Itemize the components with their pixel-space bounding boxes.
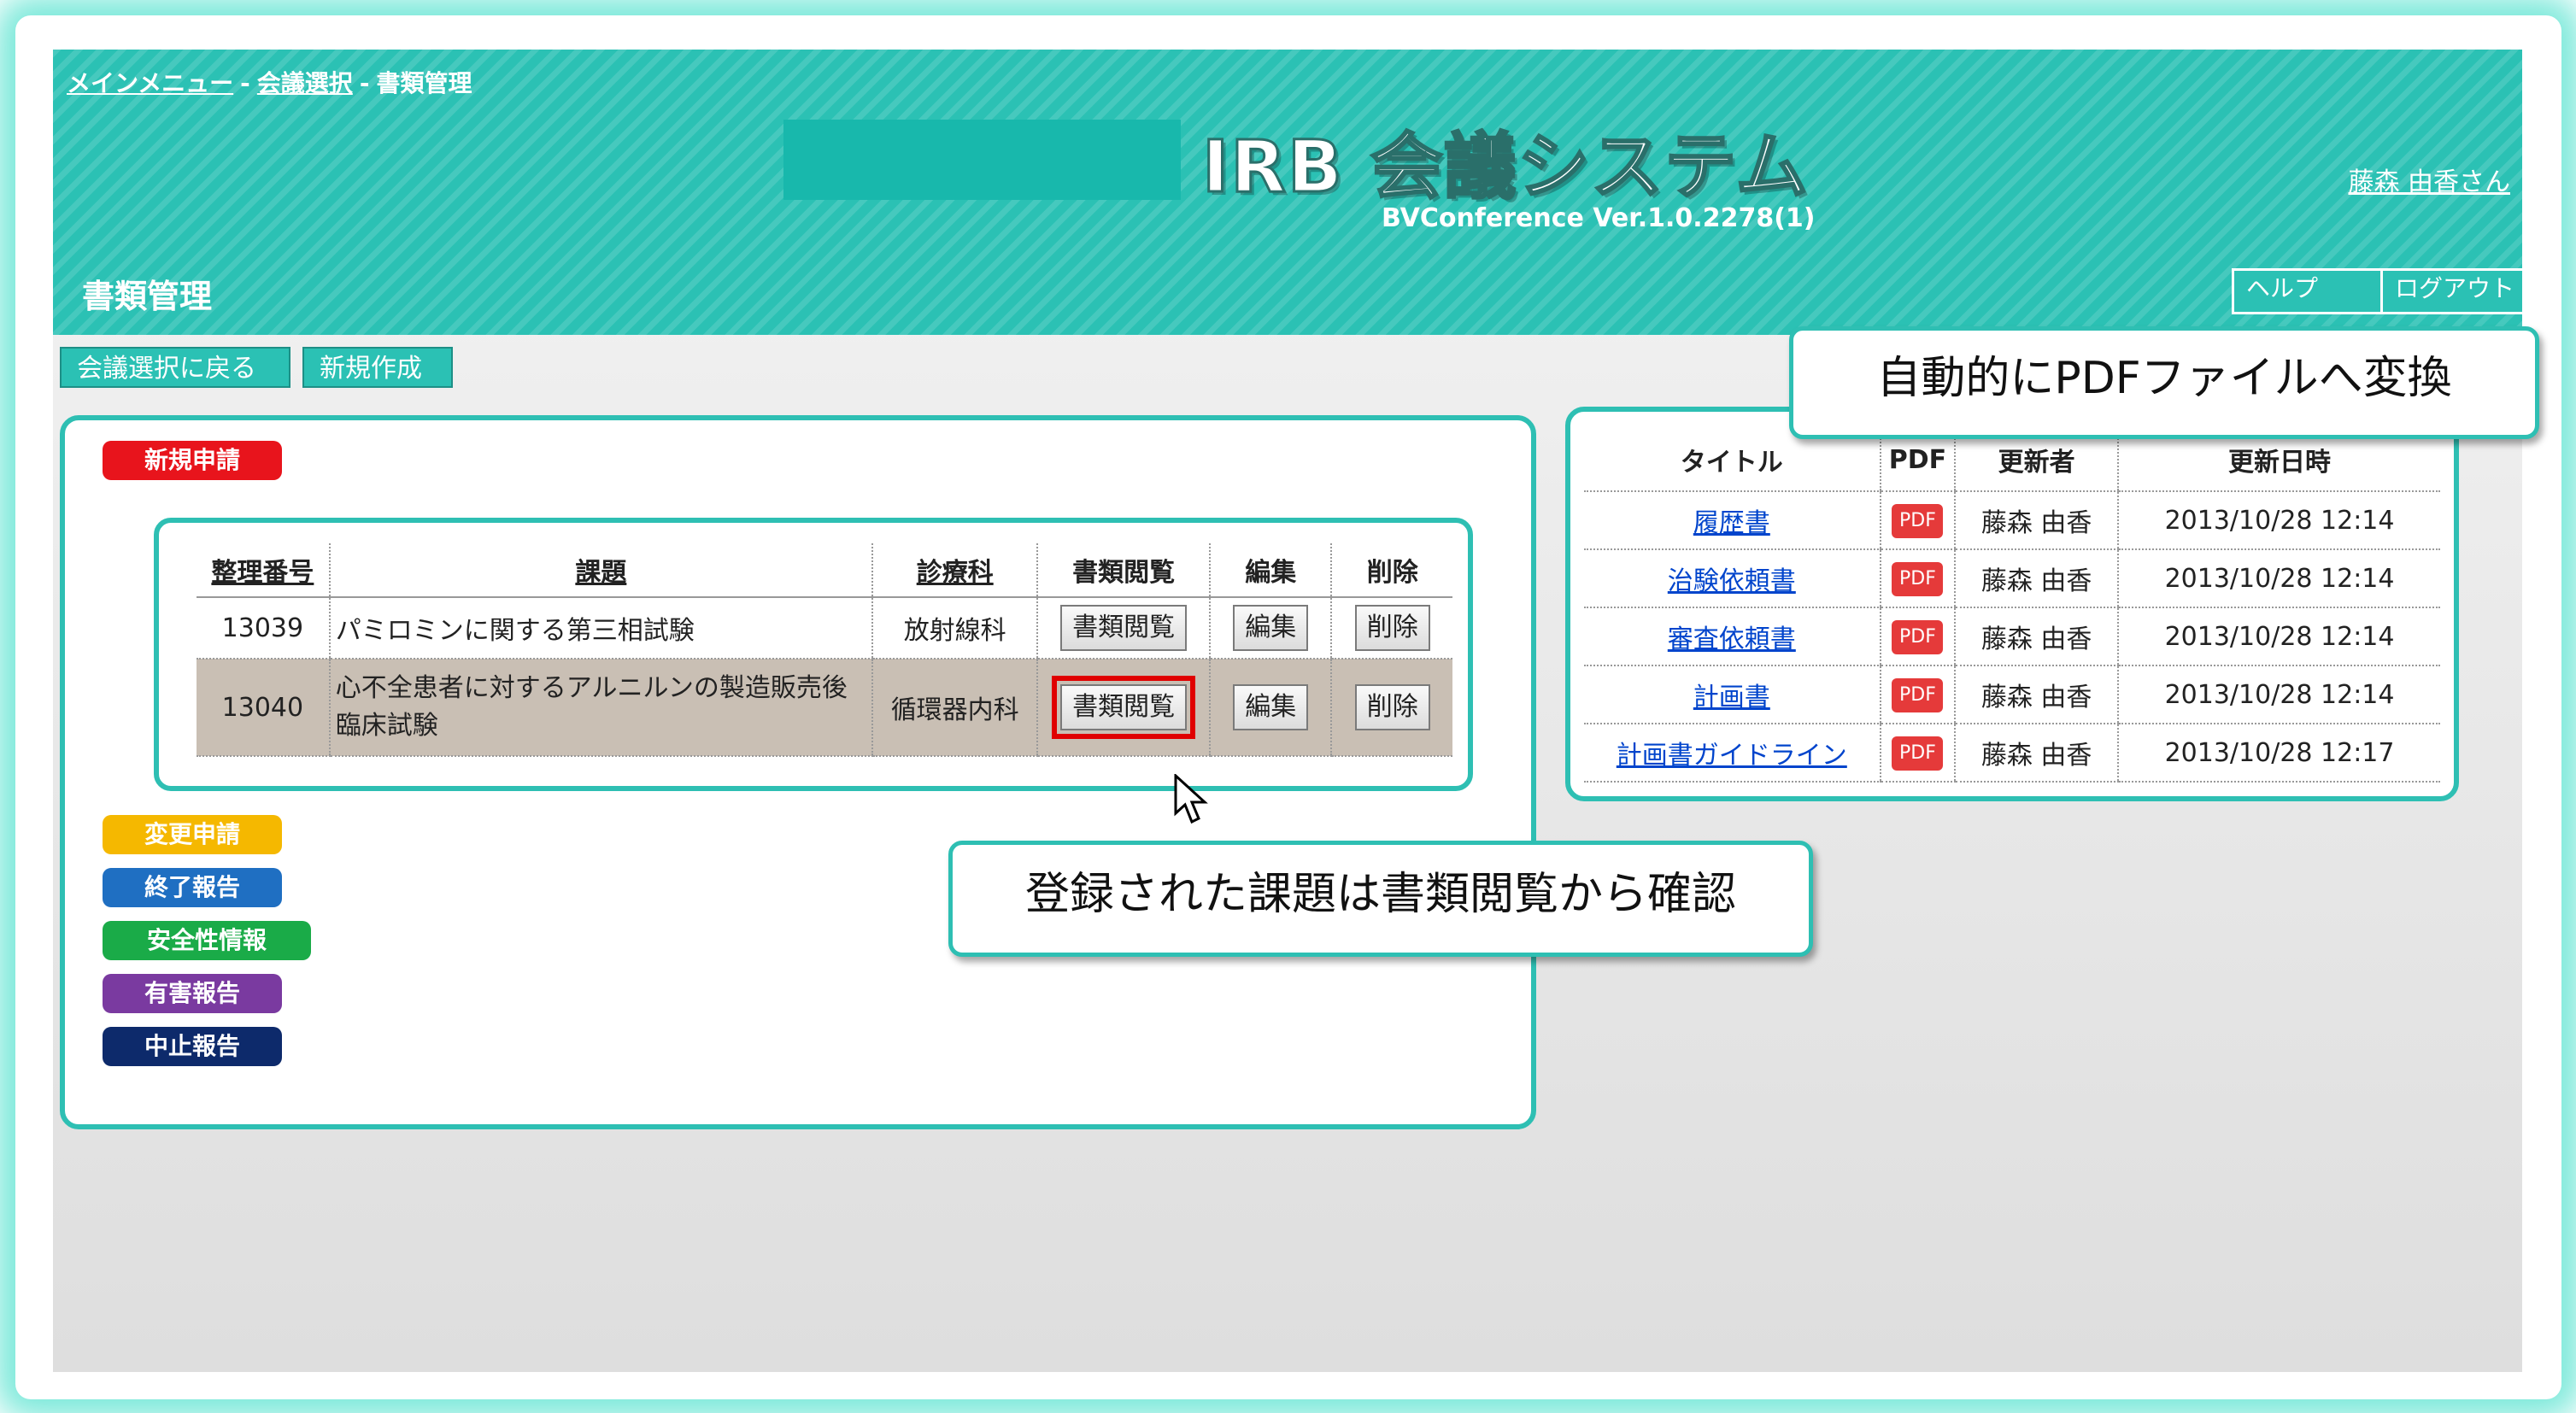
- breadcrumb-main-menu[interactable]: メインメニュー: [67, 69, 233, 97]
- cell-dept: 循環器内科: [871, 659, 1038, 757]
- edit-button[interactable]: 編集: [1233, 684, 1309, 730]
- cell-dept: 放射線科: [871, 597, 1038, 660]
- view-documents-button-highlighted[interactable]: 書類閲覧: [1052, 676, 1196, 739]
- cell-id: 13039: [197, 597, 330, 660]
- pdf-icon[interactable]: PDF: [1892, 503, 1944, 538]
- cell-updater: 藤森 由香: [1954, 665, 2119, 724]
- cell-id: 13040: [197, 659, 330, 757]
- cell-updated-at: 2013/10/28 12:17: [2117, 724, 2440, 783]
- document-row: 履歴書 PDF 藤森 由香 2013/10/28 12:14: [1584, 491, 2440, 550]
- logout-button[interactable]: ログアウト: [2380, 268, 2522, 314]
- cell-updater: 藤森 由香: [1954, 491, 2119, 550]
- category-safety-info[interactable]: 安全性情報: [103, 921, 311, 960]
- breadcrumb-current: 書類管理: [376, 69, 472, 97]
- col-header-delete: 削除: [1330, 543, 1452, 598]
- mouse-cursor-icon: [1174, 774, 1208, 824]
- version-label: BVConference Ver.1.0.2278(1): [1382, 203, 1816, 233]
- col-header-title[interactable]: 課題: [328, 543, 872, 598]
- document-row: 審査依頼書 PDF 藤森 由香 2013/10/28 12:14: [1584, 607, 2440, 666]
- breadcrumb-meeting-select[interactable]: 会議選択: [257, 69, 353, 97]
- view-documents-button[interactable]: 書類閲覧: [1060, 605, 1188, 651]
- pdf-icon[interactable]: PDF: [1892, 736, 1944, 771]
- category-harm-report[interactable]: 有害報告: [103, 974, 282, 1013]
- col-header-edit: 編集: [1208, 543, 1332, 598]
- cell-updated-at: 2013/10/28 12:14: [2117, 607, 2440, 666]
- breadcrumb-separator: -: [359, 69, 370, 97]
- cell-updated-at: 2013/10/28 12:14: [2117, 549, 2440, 608]
- pdf-icon[interactable]: PDF: [1892, 561, 1944, 596]
- category-new-application[interactable]: 新規申請: [103, 441, 282, 480]
- category-end-report[interactable]: 終了報告: [103, 868, 282, 907]
- header-logo-area: [783, 120, 1181, 200]
- create-new-button[interactable]: 新規作成: [302, 347, 453, 388]
- col-header-dept[interactable]: 診療科: [871, 543, 1038, 598]
- category-change-application[interactable]: 変更申請: [103, 815, 282, 854]
- breadcrumb-separator: -: [240, 69, 250, 97]
- cell-updater: 藤森 由香: [1954, 724, 2119, 783]
- callout-view-note: 登録された課題は書類閲覧から確認: [948, 841, 1813, 957]
- edit-button[interactable]: 編集: [1233, 605, 1309, 651]
- document-link[interactable]: 審査依頼書: [1668, 624, 1796, 654]
- document-row: 計画書 PDF 藤森 由香 2013/10/28 12:14: [1584, 665, 2440, 724]
- document-row: 治験依頼書 PDF 藤森 由香 2013/10/28 12:14: [1584, 549, 2440, 608]
- documents-table: タイトル PDF 更新者 更新日時 履歴書 PDF 藤森 由香 2013/10/…: [1584, 429, 2440, 783]
- cell-updater: 藤森 由香: [1954, 549, 2119, 608]
- breadcrumb: メインメニュー - 会議選択 - 書類管理: [67, 65, 472, 99]
- delete-button[interactable]: 削除: [1354, 605, 1430, 651]
- pdf-icon[interactable]: PDF: [1892, 619, 1944, 654]
- app-window: メインメニュー - 会議選択 - 書類管理 IRB 会議システム BVConferenc…: [53, 50, 2522, 1372]
- cell-title: 心不全患者に対するアルニルンの製造販売後臨床試験: [328, 659, 872, 757]
- document-link[interactable]: 計画書ガイドライン: [1617, 741, 1847, 771]
- pdf-icon[interactable]: PDF: [1892, 677, 1944, 712]
- document-link[interactable]: 履歴書: [1693, 508, 1770, 538]
- application-table: 整理番号 課題 診療科 書類閲覧 編集 削除 13039 パミロミンに関する第三…: [197, 543, 1452, 757]
- header-bar: メインメニュー - 会議選択 - 書類管理 IRB 会議システム BVConferenc…: [53, 50, 2522, 335]
- col-header-view: 書類閲覧: [1036, 543, 1210, 598]
- help-button[interactable]: ヘルプ: [2232, 268, 2397, 314]
- user-link[interactable]: 藤森 由香さん: [2348, 161, 2510, 198]
- page-title: 書類管理: [82, 278, 213, 315]
- app-title: IRB 会議システム: [1201, 124, 1810, 210]
- document-link[interactable]: 計画書: [1693, 683, 1770, 712]
- table-row: 13040 心不全患者に対するアルニルンの製造販売後臨床試験 循環器内科 書類閲…: [197, 659, 1452, 757]
- document-link[interactable]: 治験依頼書: [1668, 566, 1796, 596]
- table-row: 13039 パミロミンに関する第三相試験 放射線科 書類閲覧 編集 削除: [197, 597, 1452, 660]
- delete-button[interactable]: 削除: [1354, 684, 1430, 730]
- back-to-meeting-button[interactable]: 会議選択に戻る: [60, 347, 290, 388]
- cell-updated-at: 2013/10/28 12:14: [2117, 665, 2440, 724]
- document-row: 計画書ガイドライン PDF 藤森 由香 2013/10/28 12:17: [1584, 724, 2440, 783]
- col-header-id[interactable]: 整理番号: [197, 543, 330, 598]
- cell-title: パミロミンに関する第三相試験: [328, 597, 872, 660]
- cell-updater: 藤森 由香: [1954, 607, 2119, 666]
- category-stop-report[interactable]: 中止報告: [103, 1027, 282, 1066]
- callout-pdf-note: 自動的にPDFファイルへ変換: [1789, 326, 2539, 439]
- cell-updated-at: 2013/10/28 12:14: [2117, 491, 2440, 550]
